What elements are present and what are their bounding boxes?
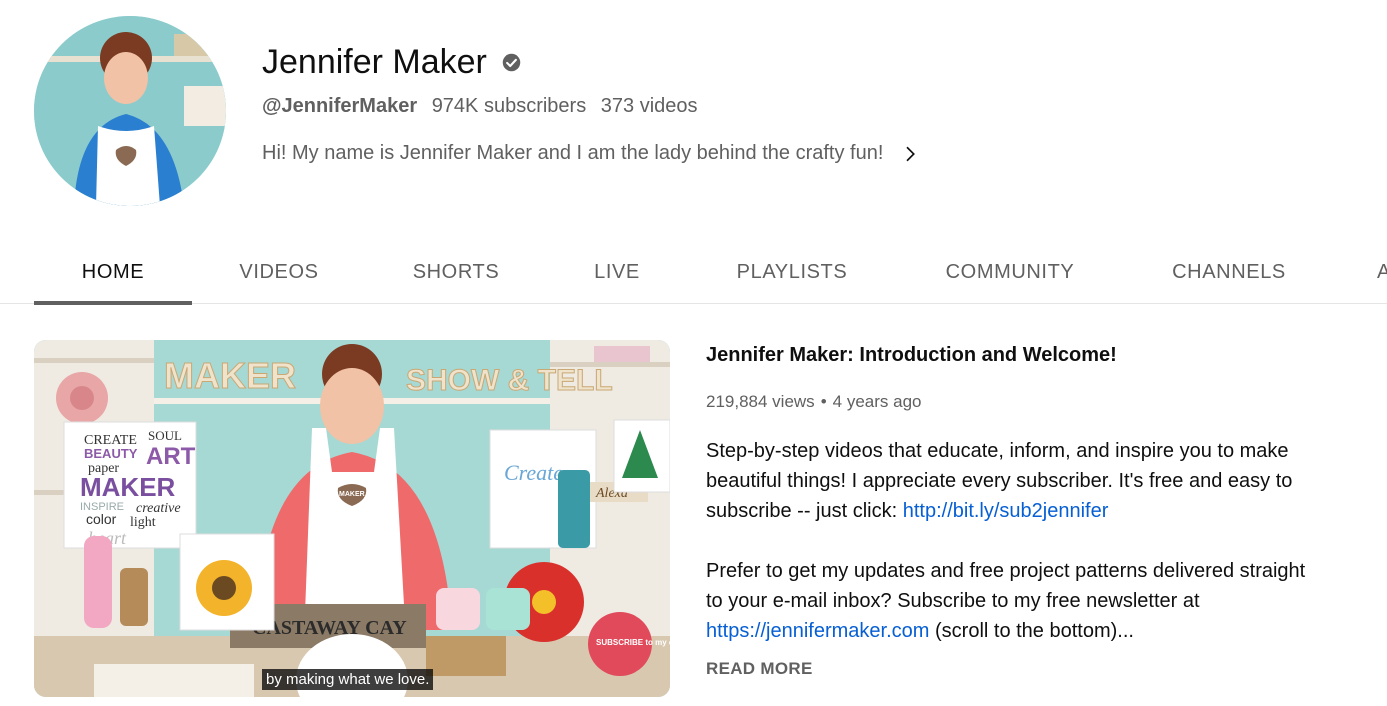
word-creative: creative <box>136 501 181 516</box>
video-frame: MAKER SHOW & TELL CREATE SOUL BEAUTY ART… <box>34 340 670 697</box>
channel-tabs: HOME VIDEOS SHORTS LIVE PLAYLISTS COMMUN… <box>0 240 1387 305</box>
word-light: light <box>130 515 156 530</box>
chevron-right-icon <box>906 146 916 161</box>
view-count: 219,884 views <box>706 392 815 411</box>
separator-dot: • <box>820 392 827 411</box>
tab-live[interactable]: LIVE <box>572 240 662 304</box>
video-caption: by making what we love. <box>262 669 434 690</box>
channel-handle: @JenniferMaker <box>262 95 418 117</box>
read-more-button[interactable]: READ MORE <box>706 659 813 679</box>
tab-community[interactable]: COMMUNITY <box>920 240 1100 304</box>
featured-video-description: Step-by-step videos that educate, inform… <box>706 436 1316 646</box>
tab-playlists[interactable]: PLAYLISTS <box>712 240 872 304</box>
tab-channels[interactable]: CHANNELS <box>1150 240 1308 304</box>
castaway-sign-text: CASTAWAY CAY <box>252 617 407 639</box>
subscribe-badge-text: SUBSCRIBE to my channel <box>596 638 670 647</box>
featured-video-player[interactable]: MAKER SHOW & TELL CREATE SOUL BEAUTY ART… <box>34 340 670 697</box>
marquee-sign-show: SHOW & TELL <box>406 364 613 397</box>
website-link[interactable]: https://jennifermaker.com <box>706 620 929 642</box>
tab-home[interactable]: HOME <box>34 240 192 305</box>
channel-description-text: Hi! My name is Jennifer Maker and I am t… <box>262 142 884 164</box>
tab-shorts[interactable]: SHORTS <box>388 240 524 304</box>
tab-videos[interactable]: VIDEOS <box>214 240 344 304</box>
description-paragraph-2: Prefer to get my updates and free projec… <box>706 560 1306 642</box>
subscribe-link[interactable]: http://bit.ly/sub2jennifer <box>903 500 1109 522</box>
word-art: ART <box>146 443 196 470</box>
video-stats: 219,884 views • 4 years ago <box>706 392 1316 412</box>
channel-meta: @JenniferMaker 974K subscribers 373 vide… <box>262 95 707 118</box>
channel-description[interactable]: Hi! My name is Jennifer Maker and I am t… <box>262 142 919 165</box>
svg-text:Create: Create <box>504 460 563 485</box>
featured-video-title[interactable]: Jennifer Maker: Introduction and Welcome… <box>706 340 1316 370</box>
verified-badge-icon <box>502 53 521 71</box>
channel-avatar[interactable] <box>34 16 226 206</box>
video-count: 373 videos <box>600 95 698 117</box>
word-maker: MAKER <box>80 472 176 502</box>
tab-about[interactable]: A <box>1377 240 1387 304</box>
upload-age: 4 years ago <box>832 392 922 411</box>
subscriber-count: 974K subscribers <box>431 95 587 117</box>
marquee-sign-maker: MAKER <box>164 355 296 396</box>
channel-name: Jennifer Maker <box>262 43 487 81</box>
featured-video-info: Jennifer Maker: Introduction and Welcome… <box>706 340 1316 676</box>
word-color: color <box>86 511 117 527</box>
apron-logo-text: MAKER <box>339 491 365 498</box>
channel-header: Jennifer Maker <box>262 42 522 82</box>
word-soul: SOUL <box>148 428 182 443</box>
description-paragraph-1: Step-by-step videos that educate, inform… <box>706 440 1293 522</box>
word-beauty: BEAUTY <box>84 446 138 461</box>
